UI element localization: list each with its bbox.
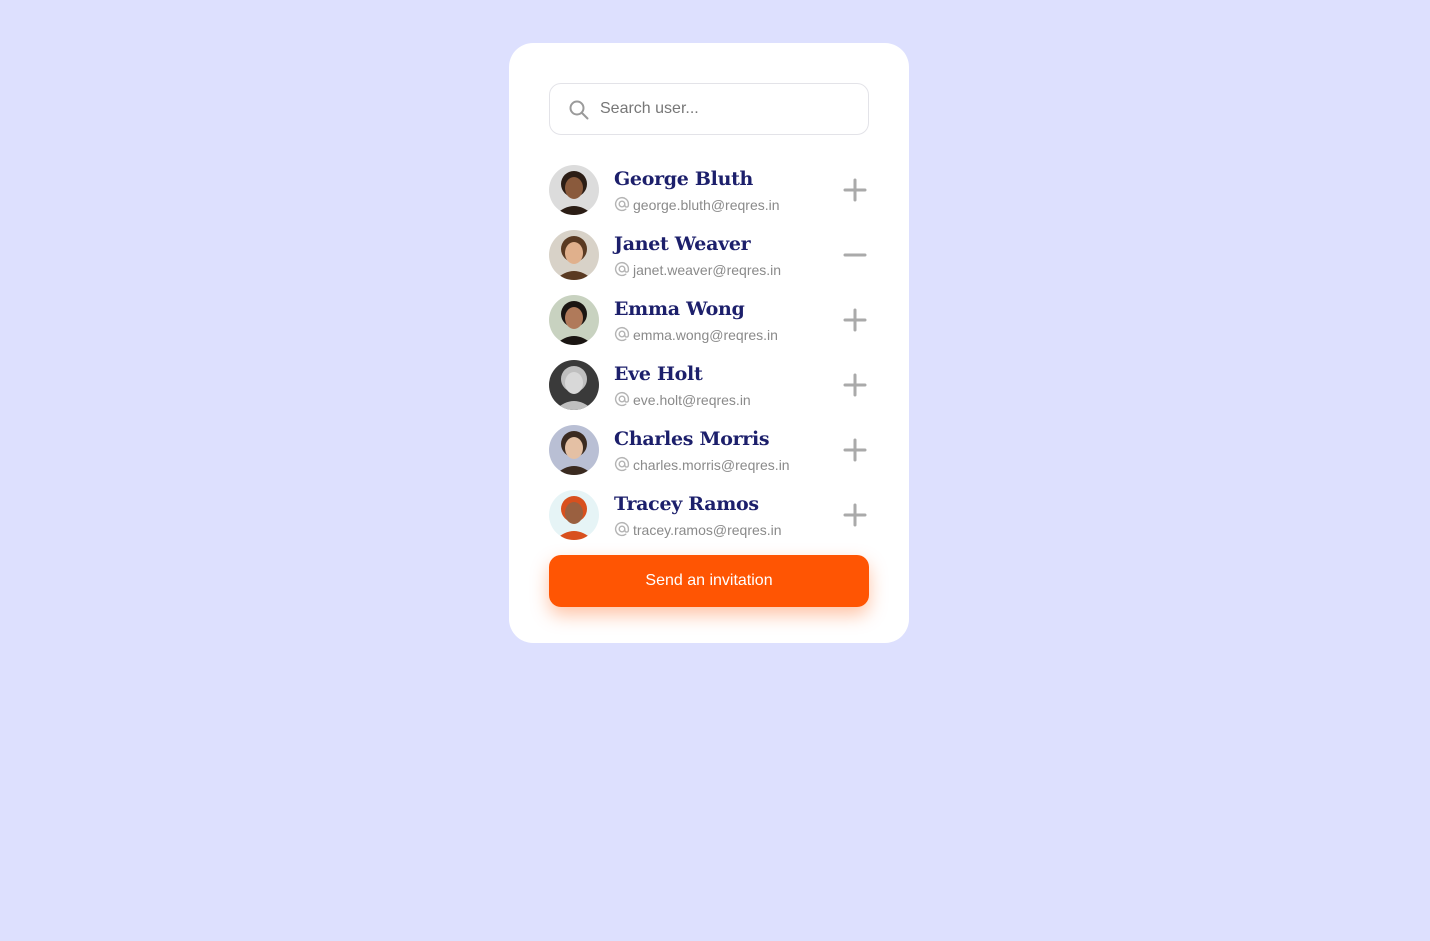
user-email-line: charles.morris@reqres.in: [614, 456, 790, 474]
user-email-line: tracey.ramos@reqres.in: [614, 521, 782, 539]
at-icon: [614, 456, 630, 471]
user-email: tracey.ramos@reqres.in: [633, 521, 782, 538]
avatar: [549, 425, 599, 475]
user-row-4: Eve Holt eve.holt@reqres.in: [549, 360, 869, 410]
user-row-6: Tracey Ramos tracey.ramos@reqres.in: [549, 490, 869, 540]
at-icon: [614, 326, 630, 341]
add-user-button[interactable]: [841, 371, 869, 399]
user-list: George Bluth george.bluth@reqres.in Jane…: [549, 165, 869, 540]
user-name: Emma Wong: [614, 298, 745, 320]
at-icon: [614, 521, 630, 536]
user-name: Eve Holt: [614, 363, 703, 385]
user-name: Charles Morris: [614, 428, 770, 450]
avatar: [549, 295, 599, 345]
avatar: [549, 165, 599, 215]
avatar: [549, 490, 599, 540]
user-row-1: George Bluth george.bluth@reqres.in: [549, 165, 869, 215]
user-email-line: emma.wong@reqres.in: [614, 326, 778, 344]
user-email: charles.morris@reqres.in: [633, 456, 790, 473]
at-icon: [614, 391, 630, 406]
search-input[interactable]: [600, 84, 850, 134]
user-name: George Bluth: [614, 168, 754, 190]
search-box[interactable]: [549, 83, 869, 135]
at-icon: [614, 261, 630, 276]
user-email-line: janet.weaver@reqres.in: [614, 261, 781, 279]
user-email: eve.holt@reqres.in: [633, 391, 751, 408]
invite-card: George Bluth george.bluth@reqres.in Jane…: [509, 43, 909, 643]
user-name: Janet Weaver: [614, 233, 751, 255]
add-user-button[interactable]: [841, 436, 869, 464]
user-email: emma.wong@reqres.in: [633, 326, 778, 343]
remove-user-button[interactable]: [841, 241, 869, 269]
add-user-button[interactable]: [841, 306, 869, 334]
search-icon: [569, 100, 589, 120]
add-user-button[interactable]: [841, 176, 869, 204]
at-icon: [614, 196, 630, 211]
user-email-line: eve.holt@reqres.in: [614, 391, 751, 409]
avatar: [549, 230, 599, 280]
add-user-button[interactable]: [841, 501, 869, 529]
send-invitation-button[interactable]: Send an invitation: [549, 555, 869, 607]
user-row-5: Charles Morris charles.morris@reqres.in: [549, 425, 869, 475]
user-email: janet.weaver@reqres.in: [633, 261, 782, 278]
user-row-2: Janet Weaver janet.weaver@reqres.in: [549, 230, 869, 280]
avatar: [549, 360, 599, 410]
user-email: george.bluth@reqres.in: [633, 196, 780, 213]
user-name: Tracey Ramos: [614, 493, 759, 515]
user-row-3: Emma Wong emma.wong@reqres.in: [549, 295, 869, 345]
user-email-line: george.bluth@reqres.in: [614, 196, 780, 214]
